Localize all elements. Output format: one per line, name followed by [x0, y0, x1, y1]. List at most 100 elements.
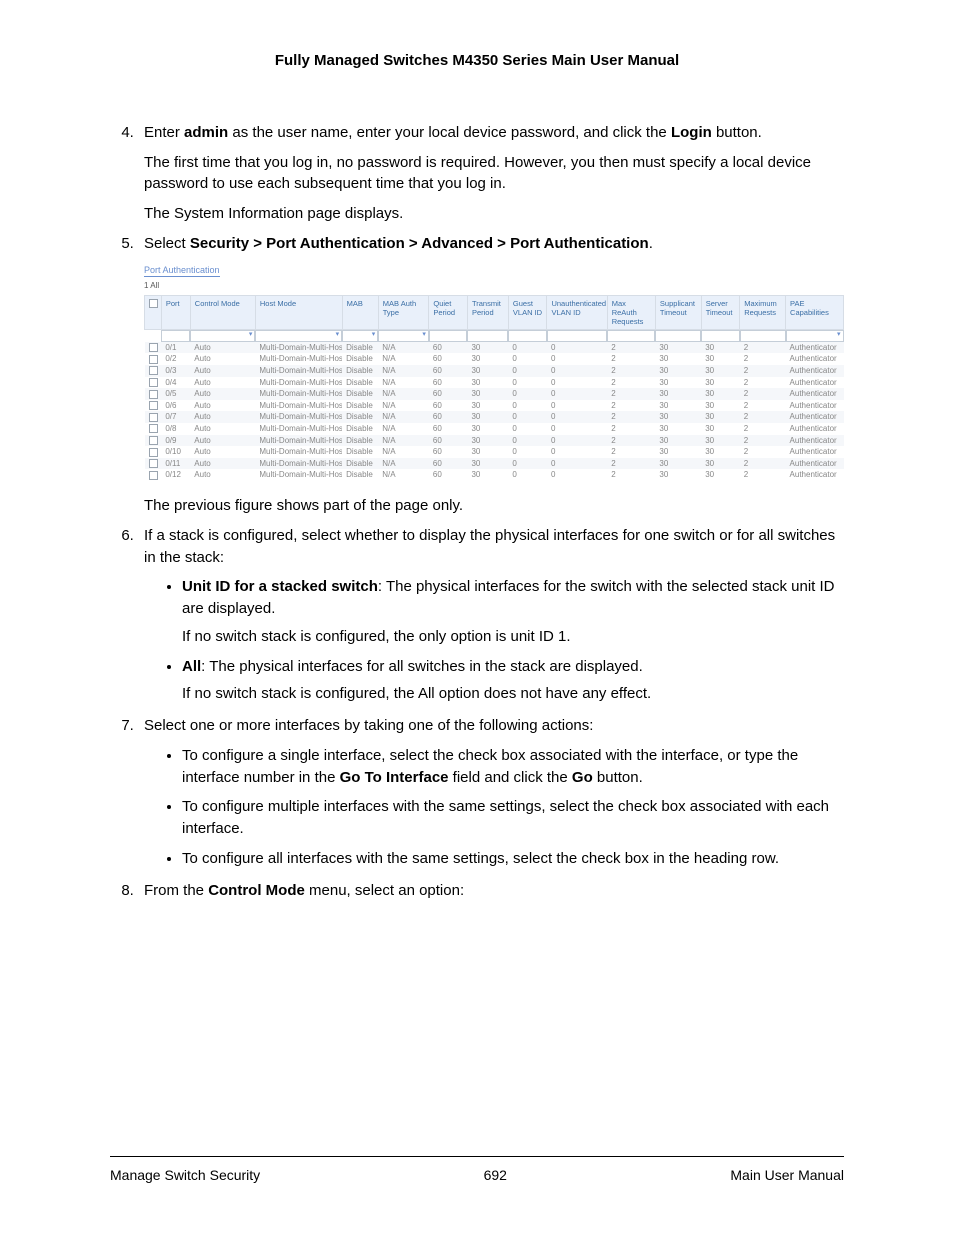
filter-unauth-vlan[interactable] [547, 330, 607, 342]
row-checkbox[interactable] [149, 390, 158, 399]
filter-transmit[interactable] [467, 330, 508, 342]
row-checkbox[interactable] [149, 401, 158, 410]
cell-pae: Authenticator [786, 469, 844, 481]
row-checkbox[interactable] [149, 366, 158, 375]
cell-control-mode: Auto [190, 400, 255, 412]
filter-max-req[interactable] [740, 330, 786, 342]
goto-interface-term: Go To Interface [340, 769, 449, 786]
step4-para3: The System Information page displays. [144, 203, 844, 225]
login-term: Login [671, 124, 712, 141]
cell-unauth-vlan: 0 [547, 446, 607, 458]
cell-server-timeout: 30 [701, 365, 740, 377]
bullet-unit-id: Unit ID for a stacked switch: The physic… [182, 576, 844, 647]
row-checkbox[interactable] [149, 355, 158, 364]
cell-max-req: 2 [740, 365, 786, 377]
table-row: 0/4AutoMulti-Domain-Multi-HostDisableN/A… [145, 377, 844, 389]
cell-transmit-period: 30 [467, 458, 508, 470]
cell-server-timeout: 30 [701, 411, 740, 423]
filter-quiet[interactable] [429, 330, 468, 342]
cell-transmit-period: 30 [467, 365, 508, 377]
row-checkbox[interactable] [149, 424, 158, 433]
col-quiet-period: Quiet Period [429, 295, 468, 329]
select-all-checkbox[interactable] [149, 299, 158, 308]
header-checkbox[interactable] [145, 295, 162, 329]
filter-supp-timeout[interactable] [655, 330, 701, 342]
step8-c: menu, select an option: [305, 882, 464, 899]
col-control-mode: Control Mode [190, 295, 255, 329]
cell-pae: Authenticator [786, 423, 844, 435]
cell-control-mode: Auto [190, 411, 255, 423]
filter-max-reauth[interactable] [607, 330, 655, 342]
cell-guest-vlan: 0 [508, 458, 547, 470]
filter-pae[interactable] [786, 330, 844, 342]
b7-i1b: field and click the [449, 769, 572, 786]
filter-port[interactable] [161, 330, 190, 342]
filter-mab-auth-type[interactable] [378, 330, 429, 342]
cell-host-mode: Multi-Domain-Multi-Host [255, 388, 342, 400]
cell-max-reauth: 2 [607, 365, 655, 377]
col-pae-cap: PAE Capabilities [786, 295, 844, 329]
cell-host-mode: Multi-Domain-Multi-Host [255, 353, 342, 365]
row-checkbox[interactable] [149, 448, 158, 457]
cell-quiet-period: 60 [429, 365, 468, 377]
cell-supp-timeout: 30 [655, 411, 701, 423]
table-row: 0/7AutoMulti-Domain-Multi-HostDisableN/A… [145, 411, 844, 423]
row-checkbox[interactable] [149, 459, 158, 468]
cell-max-req: 2 [740, 377, 786, 389]
cell-transmit-period: 30 [467, 423, 508, 435]
table-row: 0/11AutoMulti-Domain-Multi-HostDisableN/… [145, 458, 844, 470]
cell-host-mode: Multi-Domain-Multi-Host [255, 446, 342, 458]
cell-mab: Disable [342, 342, 378, 354]
figure-tabs: 1 All [144, 281, 844, 291]
cell-quiet-period: 60 [429, 469, 468, 481]
cell-max-reauth: 2 [607, 469, 655, 481]
cell-supp-timeout: 30 [655, 469, 701, 481]
unit-id-label: Unit ID for a stacked switch [182, 578, 378, 595]
cell-control-mode: Auto [190, 353, 255, 365]
footer-center: 692 [484, 1165, 507, 1185]
cell-pae: Authenticator [786, 377, 844, 389]
cell-mab-auth-type: N/A [378, 469, 429, 481]
table-row: 0/1AutoMulti-Domain-Multi-HostDisableN/A… [145, 342, 844, 354]
cell-transmit-period: 30 [467, 400, 508, 412]
filter-mab[interactable] [342, 330, 378, 342]
cell-max-reauth: 2 [607, 388, 655, 400]
go-term: Go [572, 769, 593, 786]
cell-unauth-vlan: 0 [547, 388, 607, 400]
cell-mab-auth-type: N/A [378, 446, 429, 458]
filter-guest-vlan[interactable] [508, 330, 547, 342]
unit-id-p2: If no switch stack is configured, the on… [182, 626, 844, 648]
cell-server-timeout: 30 [701, 446, 740, 458]
cell-control-mode: Auto [190, 365, 255, 377]
row-checkbox[interactable] [149, 471, 158, 480]
table-row: 0/6AutoMulti-Domain-Multi-HostDisableN/A… [145, 400, 844, 412]
step-8: From the Control Mode menu, select an op… [138, 880, 844, 902]
step4-para2: The first time that you log in, no passw… [144, 152, 844, 196]
cell-unauth-vlan: 0 [547, 411, 607, 423]
filter-server-timeout[interactable] [701, 330, 740, 342]
filter-host-mode[interactable] [255, 330, 342, 342]
cell-supp-timeout: 30 [655, 388, 701, 400]
cell-mab: Disable [342, 388, 378, 400]
row-checkbox[interactable] [149, 436, 158, 445]
cell-supp-timeout: 30 [655, 365, 701, 377]
col-unauth-vlan: Unauthenticated VLAN ID [547, 295, 607, 329]
row-checkbox[interactable] [149, 378, 158, 387]
figure-caption: The previous figure shows part of the pa… [144, 495, 844, 517]
row-checkbox[interactable] [149, 413, 158, 422]
cell-supp-timeout: 30 [655, 423, 701, 435]
bullet-single-interface: To configure a single interface, select … [182, 745, 844, 789]
cell-unauth-vlan: 0 [547, 469, 607, 481]
cell-pae: Authenticator [786, 365, 844, 377]
bullet-all: All: The physical interfaces for all swi… [182, 656, 844, 706]
filter-control-mode[interactable] [190, 330, 255, 342]
cell-transmit-period: 30 [467, 342, 508, 354]
cell-supp-timeout: 30 [655, 435, 701, 447]
cell-guest-vlan: 0 [508, 469, 547, 481]
step6-text: If a stack is configured, select whether… [144, 525, 844, 569]
bullet-multi-interface: To configure multiple interfaces with th… [182, 796, 844, 840]
cell-supp-timeout: 30 [655, 458, 701, 470]
cell-max-req: 2 [740, 435, 786, 447]
row-checkbox[interactable] [149, 343, 158, 352]
cell-unauth-vlan: 0 [547, 365, 607, 377]
